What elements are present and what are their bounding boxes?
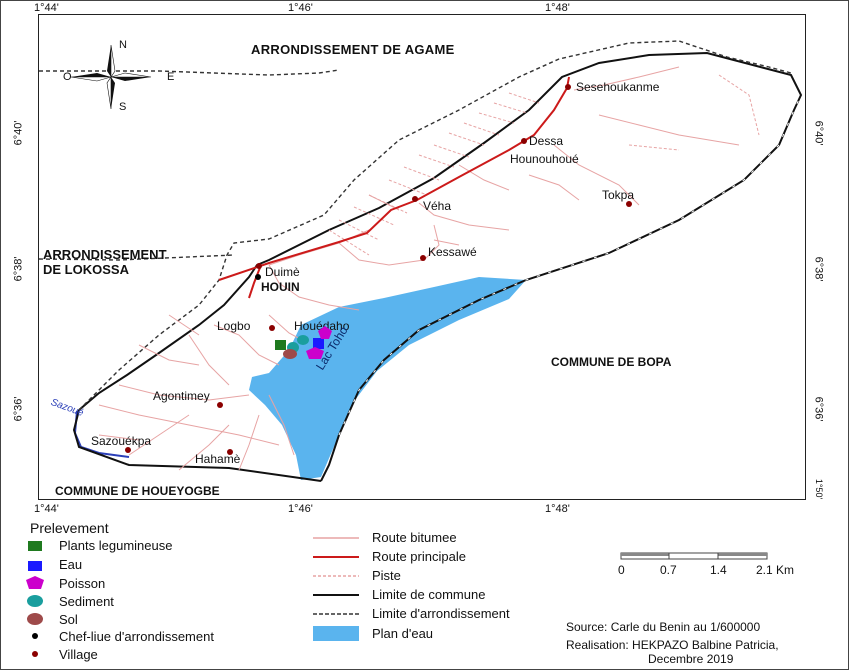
arrondissement-boundary <box>78 40 792 411</box>
scale-tick-0: 0 <box>618 563 625 577</box>
scale-tick-1: 0.7 <box>660 563 677 577</box>
scale-tick-3: 2.1 Km <box>756 563 795 577</box>
compass-w: O <box>63 71 72 83</box>
coord-left-2: 6°38' <box>12 256 25 282</box>
legend-label-poisson: Poisson <box>59 576 106 591</box>
place-duime: Duimè <box>265 265 300 279</box>
sample-plants-legumineuse <box>275 340 286 350</box>
legend-icon-plants <box>28 541 42 551</box>
legend-icon-chef-lieu <box>32 633 38 639</box>
place-sesehoukanme: Sesehoukanme <box>576 80 660 94</box>
legend-label-village: Village <box>59 647 98 662</box>
place-kessawe: Kessawé <box>428 245 477 259</box>
coord-top-3: 1°48' <box>545 2 570 14</box>
sample-sediment-2 <box>297 335 309 345</box>
village-marker <box>256 263 262 269</box>
legend-icon-sediment <box>27 595 43 607</box>
place-houin: HOUIN <box>261 280 300 294</box>
coord-left-1: 6°40' <box>12 120 25 146</box>
credit-realisation-1: Realisation: HEKPAZO Balbine Patricia, <box>566 638 779 652</box>
sample-poisson-icon-2 <box>306 347 324 359</box>
legend-label-chef-lieu: Chef-liue d'arrondissement <box>59 629 214 644</box>
place-tokpa: Tokpa <box>602 188 635 202</box>
region-lokossa-line1: ARRONDISSEMENT <box>43 247 167 262</box>
sample-poisson-icon <box>318 326 332 339</box>
coord-right-corner: 1°50' <box>814 478 825 500</box>
legend-icon-eau <box>28 561 42 571</box>
village-marker <box>521 138 527 144</box>
compass-n: N <box>119 39 127 51</box>
commune-boundary <box>78 51 803 482</box>
coord-bottom-3: 1°48' <box>545 503 570 515</box>
village-marker <box>565 84 571 90</box>
route-bitumee-network <box>98 66 740 471</box>
scale-bar <box>620 552 768 560</box>
legend-label-plan-eau: Plan d'eau <box>372 626 434 641</box>
coord-right-2: 6°38' <box>812 256 825 282</box>
legend-label-eau: Eau <box>59 557 83 572</box>
legend-icon-village <box>32 651 38 657</box>
coord-top-1: 1°44' <box>34 2 59 14</box>
place-sazouekpa: Sazouékpa <box>91 434 152 448</box>
village-marker <box>420 255 426 261</box>
compass-s: S <box>119 101 127 113</box>
legend-label-route-principale: Route principale <box>372 549 466 564</box>
credit-source: Source: Carle du Benin au 1/600000 <box>566 620 761 634</box>
sample-sol <box>283 349 297 359</box>
lac-toho-water <box>249 277 526 480</box>
map-area: N S E O ARRONDISSEMENT DE AGAME ARRONDIS… <box>38 14 806 500</box>
legend-line-symbols <box>313 537 359 641</box>
village-marker <box>412 196 418 202</box>
place-logbo: Logbo <box>217 319 251 333</box>
compass-rose-icon <box>70 44 152 110</box>
legend-icon-plan-eau <box>313 626 359 641</box>
legend-label-sol: Sol <box>59 612 78 627</box>
legend-label-limite-commune: Limite de commune <box>372 587 486 602</box>
region-bopa: COMMUNE DE BOPA <box>551 355 672 369</box>
legend-label-limite-arrondissement: Limite d'arrondissement <box>372 606 510 621</box>
legend-icon-poisson <box>26 576 44 589</box>
legend-label-plants: Plants legumineuse <box>59 538 173 553</box>
region-lokossa-line2: DE LOKOSSA <box>43 262 129 277</box>
place-hahame: Hahamè <box>195 452 241 466</box>
place-dessa: Dessa <box>529 134 564 148</box>
coord-top-2: 1°46' <box>288 2 313 14</box>
place-hounouhoue: Hounouhoué <box>510 152 579 166</box>
legend-title: Prelevement <box>30 520 109 536</box>
credit-realisation-2: Decembre 2019 <box>648 652 734 666</box>
legend-label-piste: Piste <box>372 568 401 583</box>
coord-left-3: 6°36' <box>12 396 25 422</box>
legend-label-route-bitumee: Route bitumee <box>372 530 457 545</box>
compass-e: E <box>167 71 175 83</box>
coord-right-1: 6°40' <box>812 120 825 146</box>
place-veha: Véha <box>423 199 452 213</box>
legend-label-sediment: Sediment <box>59 594 114 609</box>
village-marker <box>269 325 275 331</box>
village-marker <box>217 402 223 408</box>
region-houeyogbe: COMMUNE DE HOUEYOGBE <box>55 484 220 498</box>
coord-bottom-2: 1°46' <box>288 503 313 515</box>
place-agontimey: Agontimey <box>153 389 210 403</box>
legend-icon-sol <box>27 613 43 625</box>
coord-bottom-1: 1°44' <box>34 503 59 515</box>
region-agame: ARRONDISSEMENT DE AGAME <box>251 42 455 57</box>
route-principale <box>218 76 570 281</box>
scale-tick-2: 1.4 <box>710 563 727 577</box>
coord-right-3: 6°36' <box>812 396 825 422</box>
